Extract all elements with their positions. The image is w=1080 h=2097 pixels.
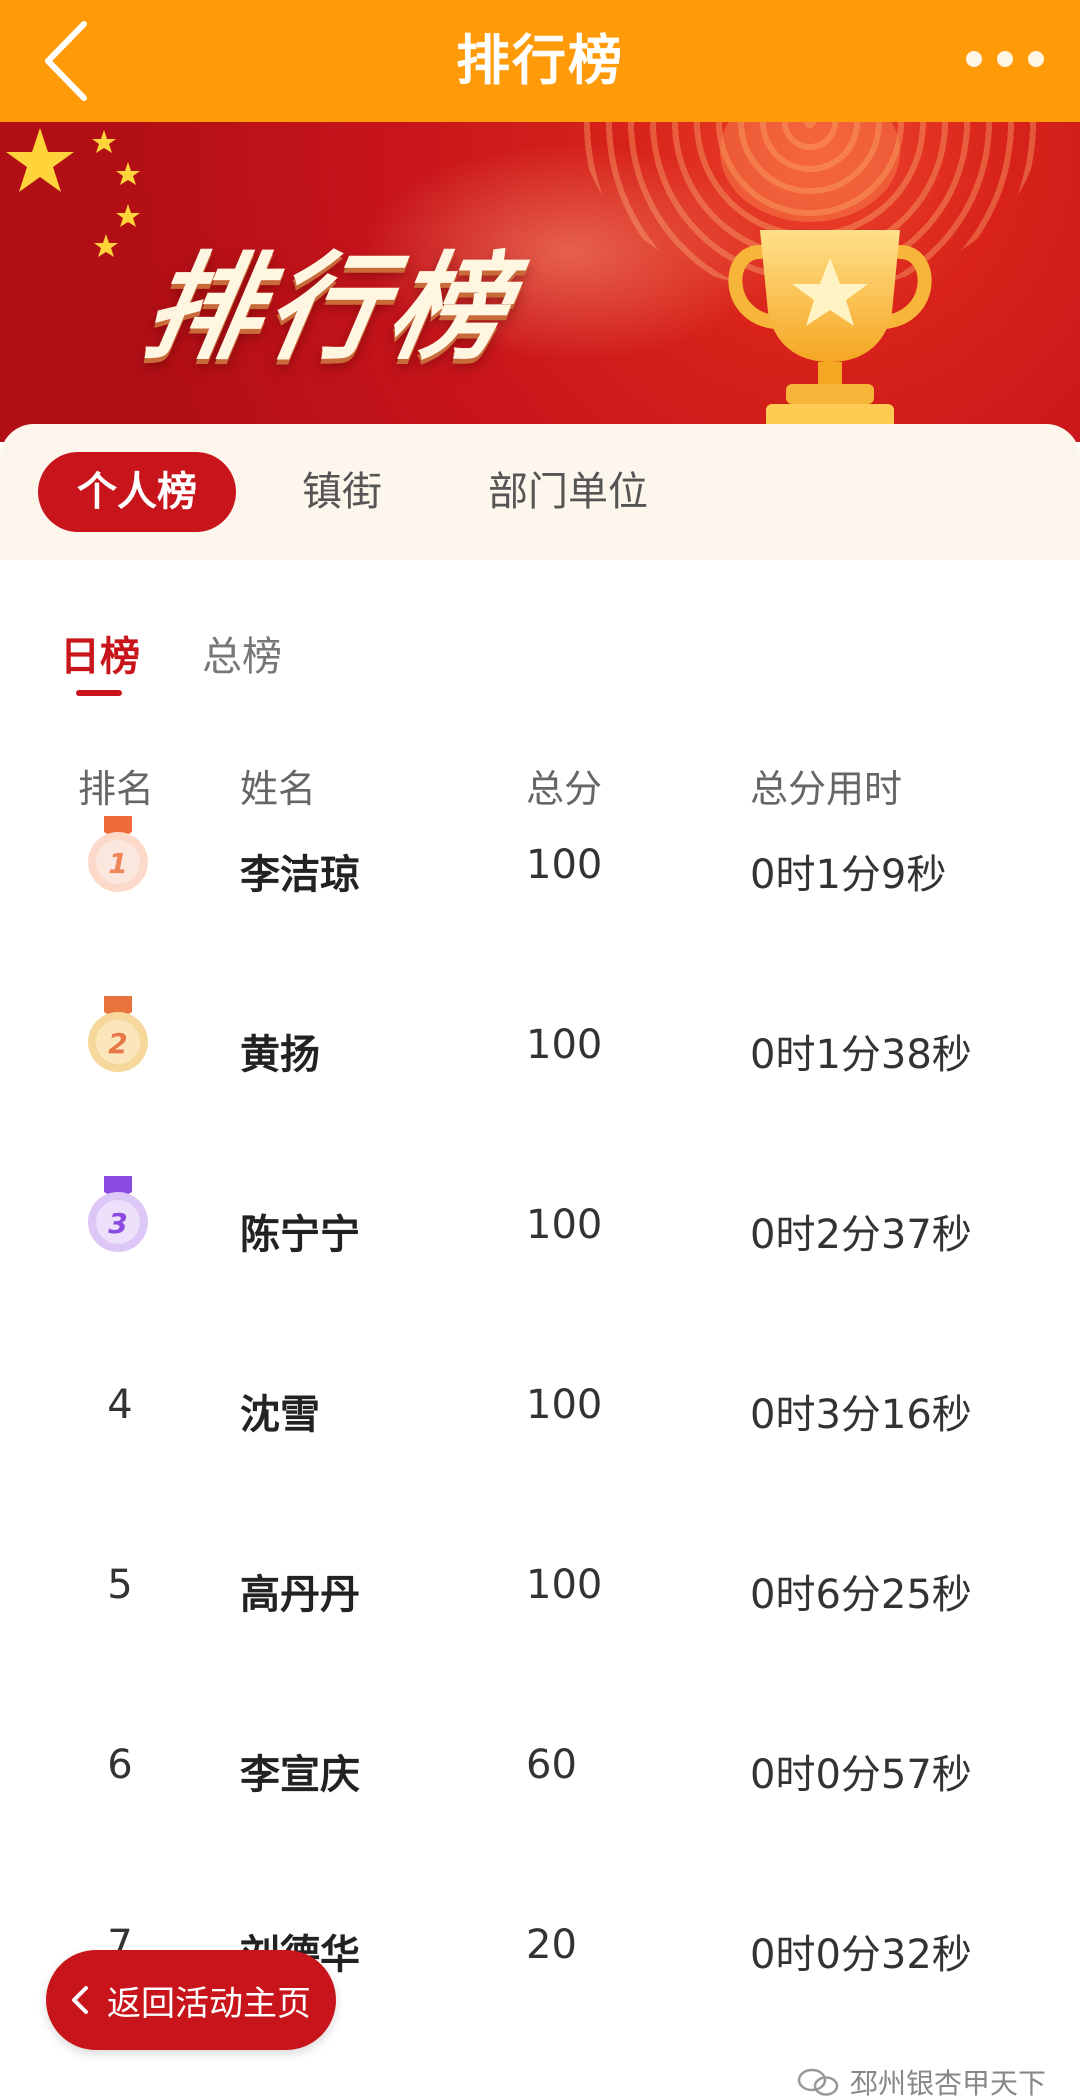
- table-row: 1 李洁琼 100 0时1分9秒: [0, 816, 1080, 962]
- banner-title: 排行榜: [134, 241, 525, 376]
- player-time: 0时0分32秒: [750, 1932, 972, 1978]
- banner: 排行榜: [0, 122, 1080, 442]
- table-row: 5 高丹丹 100 0时6分25秒: [0, 1562, 1080, 1682]
- tab-daily[interactable]: 日榜: [60, 624, 140, 682]
- column-header-score: 总分: [526, 767, 603, 811]
- bronze-medal-icon: 3: [88, 1176, 148, 1252]
- chevron-left-icon: [72, 1986, 88, 2014]
- player-name: 李洁琼: [240, 852, 360, 898]
- gold-medal-icon: 1: [88, 816, 148, 892]
- active-tab-indicator: [76, 690, 122, 696]
- player-score: 100: [526, 1382, 603, 1428]
- player-name: 黄扬: [240, 1032, 320, 1078]
- player-name: 陈宁宁: [240, 1212, 360, 1258]
- tab-personal[interactable]: 个人榜: [38, 452, 236, 532]
- player-score: 100: [526, 1562, 603, 1608]
- column-header-rank: 排名: [78, 767, 155, 811]
- player-time: 0时3分16秒: [750, 1392, 972, 1438]
- player-score: 100: [526, 842, 603, 888]
- return-home-button[interactable]: 返回活动主页: [46, 1950, 336, 2050]
- player-score: 60: [526, 1742, 577, 1788]
- tab-department[interactable]: 部门单位: [488, 452, 648, 532]
- tab-overall[interactable]: 总榜: [202, 624, 282, 682]
- tab-town-street[interactable]: 镇街: [302, 452, 382, 532]
- player-rank: 6: [107, 1742, 133, 1788]
- player-score: 20: [526, 1922, 577, 1968]
- column-header-name: 姓名: [240, 767, 317, 811]
- svg-text:1: 1: [108, 847, 127, 880]
- player-rank: 5: [107, 1562, 133, 1608]
- player-score: 100: [526, 1022, 603, 1068]
- player-time: 0时1分38秒: [750, 1032, 972, 1078]
- player-rank: 4: [107, 1382, 133, 1428]
- watermark-text: 邳州银杏甲天下: [849, 2067, 1046, 2097]
- player-score: 100: [526, 1202, 603, 1248]
- svg-text:2: 2: [108, 1027, 127, 1060]
- player-name: 李宣庆: [240, 1752, 360, 1798]
- table-row: 3 陈宁宁 100 0时2分37秒: [0, 1176, 1080, 1322]
- table-row: 6 李宣庆 60 0时0分57秒: [0, 1742, 1080, 1862]
- table-row: 4 沈雪 100 0时3分16秒: [0, 1382, 1080, 1502]
- svg-text:3: 3: [108, 1207, 127, 1240]
- player-time: 0时0分57秒: [750, 1752, 972, 1798]
- return-home-label: 返回活动主页: [107, 1983, 311, 2024]
- player-time: 0时1分9秒: [750, 852, 947, 898]
- top-bar: 排行榜: [0, 0, 1080, 122]
- player-name: 高丹丹: [240, 1572, 360, 1618]
- column-header-time: 总分用时: [750, 767, 903, 811]
- player-name: 沈雪: [240, 1392, 320, 1438]
- category-tab-bar: 个人榜 镇街 部门单位: [0, 424, 1080, 560]
- watermark: 邳州银杏甲天下: [796, 2062, 1046, 2097]
- player-time: 0时6分25秒: [750, 1572, 972, 1618]
- more-dots-icon[interactable]: [966, 44, 1044, 74]
- trophy-icon: [728, 230, 932, 430]
- page-title: 排行榜: [456, 29, 624, 92]
- flag-stars-icon: [6, 128, 140, 257]
- silver-medal-icon: 2: [88, 996, 148, 1072]
- player-time: 0时2分37秒: [750, 1212, 972, 1258]
- table-row: 2 黄扬 100 0时1分38秒: [0, 996, 1080, 1142]
- wechat-icon: [797, 2068, 839, 2096]
